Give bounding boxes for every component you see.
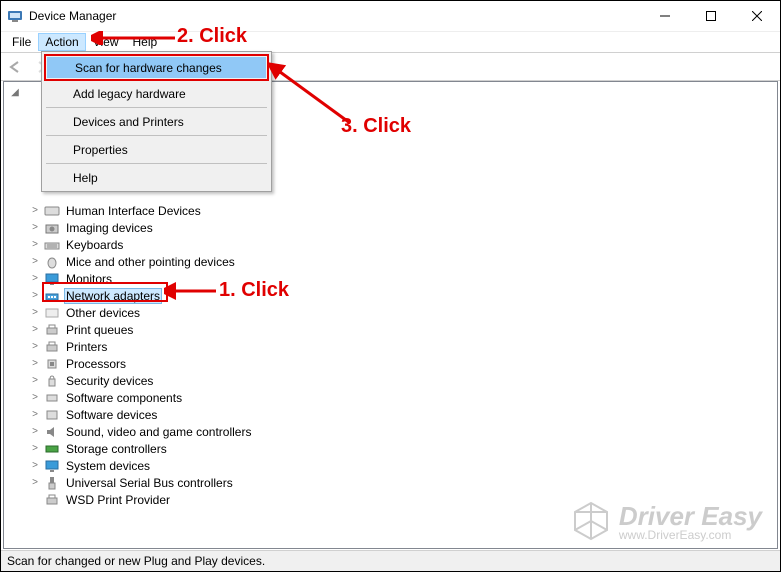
expand-icon[interactable]: > <box>28 222 42 233</box>
network-icon <box>44 288 60 304</box>
keyboard-icon <box>44 237 60 253</box>
menu-add-legacy[interactable]: Add legacy hardware <box>45 83 268 104</box>
printer-icon <box>44 322 60 338</box>
tree-item-sound[interactable]: >Sound, video and game controllers <box>8 423 777 440</box>
app-window: Device Manager File Action View Help ◢ >… <box>0 0 781 572</box>
tree-item-keyboards[interactable]: >Keyboards <box>8 236 777 253</box>
tree-item-storage[interactable]: >Storage controllers <box>8 440 777 457</box>
expand-icon[interactable]: > <box>28 426 42 437</box>
menu-devices-printers[interactable]: Devices and Printers <box>45 111 268 132</box>
tree-item-processors[interactable]: >Processors <box>8 355 777 372</box>
tree-item-system[interactable]: >System devices <box>8 457 777 474</box>
cpu-icon <box>44 356 60 372</box>
expand-icon[interactable]: > <box>28 409 42 420</box>
tree-item-swcomponents[interactable]: >Software components <box>8 389 777 406</box>
app-icon <box>7 8 23 24</box>
hid-icon <box>44 203 60 219</box>
menu-properties[interactable]: Properties <box>45 139 268 160</box>
menu-separator <box>46 163 267 164</box>
tree-item-swdevices[interactable]: >Software devices <box>8 406 777 423</box>
monitor-icon <box>44 271 60 287</box>
expand-icon[interactable]: > <box>28 307 42 318</box>
expand-icon[interactable]: > <box>28 375 42 386</box>
other-icon <box>44 305 60 321</box>
statusbar: Scan for changed or new Plug and Play de… <box>1 550 780 571</box>
expand-icon[interactable]: ◢ <box>8 87 22 98</box>
menu-separator <box>46 135 267 136</box>
action-menu-dropdown: Scan for hardware changes Add legacy har… <box>41 51 272 192</box>
sound-icon <box>44 424 60 440</box>
status-text: Scan for changed or new Plug and Play de… <box>7 554 265 568</box>
expand-icon[interactable]: > <box>28 273 42 284</box>
expand-icon[interactable]: > <box>28 324 42 335</box>
expand-icon[interactable]: > <box>28 477 42 488</box>
menu-view[interactable]: View <box>86 33 126 51</box>
back-button[interactable] <box>5 56 27 78</box>
expand-icon[interactable]: > <box>28 205 42 216</box>
close-button[interactable] <box>734 1 780 31</box>
tree-item-imaging[interactable]: >Imaging devices <box>8 219 777 236</box>
system-icon <box>44 458 60 474</box>
camera-icon <box>44 220 60 236</box>
printer-icon <box>44 492 60 508</box>
expand-icon[interactable]: > <box>28 341 42 352</box>
tree-item-monitors[interactable]: >Monitors <box>8 270 777 287</box>
printer-icon <box>44 339 60 355</box>
expand-icon[interactable]: > <box>28 239 42 250</box>
tree-item-security[interactable]: >Security devices <box>8 372 777 389</box>
security-icon <box>44 373 60 389</box>
tree-item-usb[interactable]: >Universal Serial Bus controllers <box>8 474 777 491</box>
menu-help[interactable]: Help <box>126 33 165 51</box>
expand-icon[interactable]: > <box>28 443 42 454</box>
expand-icon[interactable]: > <box>28 392 42 403</box>
menu-separator <box>46 107 267 108</box>
menu-action[interactable]: Action <box>38 33 85 51</box>
tree-item-hid[interactable]: >Human Interface Devices <box>8 202 777 219</box>
tree-item-wsd[interactable]: >WSD Print Provider <box>8 491 777 508</box>
expand-icon[interactable]: > <box>28 290 42 301</box>
tree-item-network-adapters[interactable]: >Network adapters <box>8 287 777 304</box>
titlebar: Device Manager <box>1 1 780 32</box>
expand-icon[interactable]: > <box>28 460 42 471</box>
menu-scan-hardware[interactable]: Scan for hardware changes <box>47 57 266 78</box>
software-icon <box>44 407 60 423</box>
window-title: Device Manager <box>29 9 116 23</box>
tree-item-other[interactable]: >Other devices <box>8 304 777 321</box>
usb-icon <box>44 475 60 491</box>
component-icon <box>44 390 60 406</box>
tree-item-printers[interactable]: >Printers <box>8 338 777 355</box>
maximize-button[interactable] <box>688 1 734 31</box>
expand-icon[interactable]: > <box>28 358 42 369</box>
tree-item-printqueues[interactable]: >Print queues <box>8 321 777 338</box>
menubar: File Action View Help <box>1 32 780 53</box>
tree-item-mice[interactable]: >Mice and other pointing devices <box>8 253 777 270</box>
expand-icon[interactable]: > <box>28 256 42 267</box>
menu-help[interactable]: Help <box>45 167 268 188</box>
menu-file[interactable]: File <box>5 33 38 51</box>
mouse-icon <box>44 254 60 270</box>
minimize-button[interactable] <box>642 1 688 31</box>
storage-icon <box>44 441 60 457</box>
